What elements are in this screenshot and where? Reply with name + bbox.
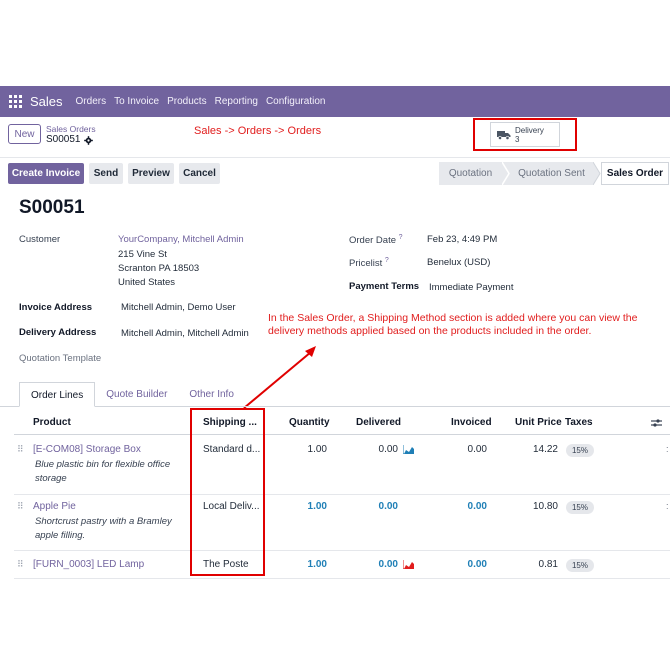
forecast-chart-icon[interactable] xyxy=(403,445,414,454)
tab-quote-builder[interactable]: Quote Builder xyxy=(95,382,178,407)
row-delivered: 0.00 xyxy=(378,501,398,512)
row-divider xyxy=(14,494,670,495)
row-unit-price[interactable]: 14.22 xyxy=(533,444,558,455)
row-unit-price[interactable]: 10.80 xyxy=(533,501,558,512)
row-unit-price[interactable]: 0.81 xyxy=(539,559,558,570)
notebook-tabs: Order Lines Quote Builder Other Info xyxy=(19,382,245,407)
row-description: Shortcrust pastry with a Bramley apple f… xyxy=(35,516,172,541)
col-quantity[interactable]: Quantity xyxy=(289,417,330,428)
row-overflow-mark: : xyxy=(666,444,669,454)
tax-badge[interactable]: 15% xyxy=(566,444,594,457)
row-delivered: 0.00 xyxy=(378,444,398,455)
row-description: Blue plastic bin for flexible office sto… xyxy=(35,459,171,484)
row-quantity[interactable]: 1.00 xyxy=(308,559,327,570)
tax-badge[interactable]: 15% xyxy=(566,559,594,572)
row-quantity[interactable]: 1.00 xyxy=(308,444,327,455)
row-divider xyxy=(14,578,670,579)
row-product[interactable]: Apple Pie xyxy=(33,501,76,512)
drag-handle-icon[interactable]: ⠿ xyxy=(17,501,24,512)
drag-handle-icon[interactable]: ⠿ xyxy=(17,559,24,570)
col-taxes[interactable]: Taxes xyxy=(565,417,593,428)
tab-order-lines[interactable]: Order Lines xyxy=(19,382,96,407)
row-product[interactable]: [E-COM08] Storage Box xyxy=(33,444,141,455)
tab-other-info[interactable]: Other Info xyxy=(178,382,244,407)
column-options-icon[interactable] xyxy=(651,418,662,428)
row-invoiced: 0.00 xyxy=(467,501,487,512)
row-overflow-mark: : xyxy=(666,501,669,511)
tax-badge[interactable]: 15% xyxy=(566,501,594,514)
drag-handle-icon[interactable]: ⠿ xyxy=(17,444,24,455)
row-divider xyxy=(14,550,670,551)
row-delivered: 0.00 xyxy=(378,559,398,570)
forecast-chart-icon[interactable] xyxy=(403,560,414,569)
row-invoiced: 0.00 xyxy=(467,559,487,570)
table-header-divider xyxy=(14,434,670,435)
row-product[interactable]: [FURN_0003] LED Lamp xyxy=(33,559,144,570)
col-delivered[interactable]: Delivered xyxy=(356,417,401,428)
shipping-column-highlight-box xyxy=(190,408,265,576)
row-quantity[interactable]: 1.00 xyxy=(308,501,327,512)
col-invoiced[interactable]: Invoiced xyxy=(451,417,492,428)
col-unit-price[interactable]: Unit Price xyxy=(515,417,562,428)
col-product[interactable]: Product xyxy=(33,417,71,428)
row-invoiced: 0.00 xyxy=(467,444,487,455)
